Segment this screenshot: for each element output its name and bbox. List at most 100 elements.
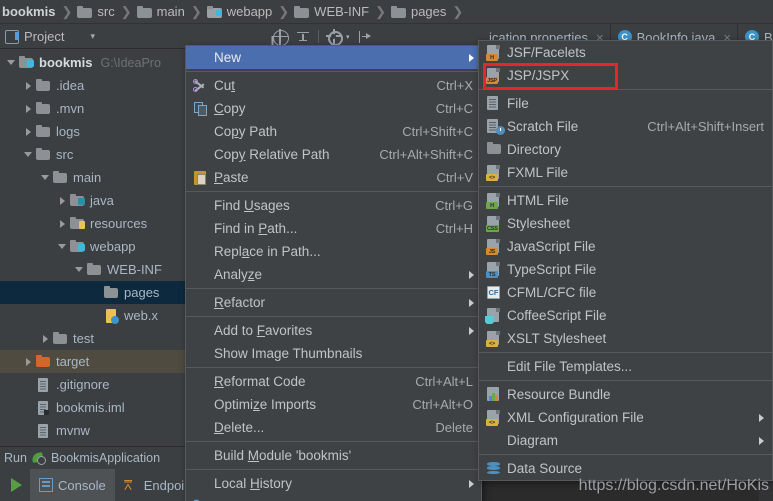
chevron-down-icon[interactable]: ▾ xyxy=(346,33,350,41)
submenu-item-label: JavaScript File xyxy=(507,239,596,254)
context-menu-item[interactable]: Copy Relative Path Ctrl+Alt+Shift+C xyxy=(186,143,481,166)
chevron-down-icon[interactable] xyxy=(55,235,69,258)
breadcrumb-item[interactable]: WEB-INF xyxy=(294,4,369,19)
context-menu-item[interactable]: Replace in Path... xyxy=(186,240,481,263)
file-type-icon: TS xyxy=(484,261,506,278)
data-source-icon xyxy=(484,460,506,477)
menu-separator xyxy=(186,71,481,72)
submenu-item[interactable]: JSP JSP/JSPX xyxy=(479,64,772,87)
locate-icon[interactable] xyxy=(272,28,289,46)
submenu-item[interactable]: Directory xyxy=(479,138,772,161)
chevron-right-icon[interactable] xyxy=(55,189,69,212)
context-menu-item[interactable]: Delete... Delete xyxy=(186,416,481,439)
submenu-item[interactable]: <> XML Configuration File xyxy=(479,406,772,429)
submenu-item[interactable]: Edit File Templates... xyxy=(479,355,772,378)
submenu-item[interactable]: Diagram xyxy=(479,429,772,452)
context-menu-item-label: Copy Path xyxy=(214,124,278,139)
run-configuration-name[interactable]: BookmisApplication xyxy=(51,451,160,465)
context-menu-item[interactable]: Reformat Code Ctrl+Alt+L xyxy=(186,370,481,393)
submenu-item-label: Resource Bundle xyxy=(507,387,611,402)
submenu-item[interactable]: File xyxy=(479,92,772,115)
context-menu-item[interactable]: Cut Ctrl+X xyxy=(186,74,481,97)
submenu-item[interactable]: H HTML File xyxy=(479,189,772,212)
submenu-arrow-icon xyxy=(469,298,474,307)
submenu-item[interactable]: CF CFML/CFC file xyxy=(479,281,772,304)
menu-icon-placeholder xyxy=(192,448,212,464)
submenu-item-label: XSLT Stylesheet xyxy=(507,331,607,346)
chevron-down-icon[interactable] xyxy=(72,258,86,281)
context-menu[interactable]: New Cut Ctrl+X Copy Ctrl+C Copy Path Ctrl+Shif… xyxy=(185,45,482,501)
collapse-all-icon[interactable] xyxy=(295,29,311,45)
chevron-right-icon[interactable] xyxy=(21,120,35,143)
context-menu-item[interactable]: Find in Path... Ctrl+H xyxy=(186,217,481,240)
submenu-item[interactable]: TS TypeScript File xyxy=(479,258,772,281)
chevron-down-icon[interactable]: ▾ xyxy=(90,31,95,42)
context-menu-item[interactable]: Refactor xyxy=(186,291,481,314)
context-menu-item[interactable]: New xyxy=(186,46,481,69)
chevron-right-icon[interactable] xyxy=(38,327,52,350)
context-menu-item[interactable]: Synchronize 'pages' xyxy=(186,495,481,501)
tree-node-label: bookmis.iml xyxy=(56,400,125,415)
breadcrumb-item[interactable]: pages xyxy=(390,4,447,19)
project-icon xyxy=(5,30,19,44)
context-menu-item-label: Copy xyxy=(214,101,246,116)
submenu-item-label: XML Configuration File xyxy=(507,410,644,425)
submenu-item[interactable]: <> XSLT Stylesheet xyxy=(479,327,772,350)
chevron-down-icon[interactable] xyxy=(38,166,52,189)
chevron-right-icon[interactable] xyxy=(21,350,35,373)
submenu-item[interactable]: JS JavaScript File xyxy=(479,235,772,258)
breadcrumb-item[interactable]: src xyxy=(77,4,115,19)
menu-shortcut: Ctrl+Alt+Shift+Insert xyxy=(647,119,764,134)
context-menu-item[interactable]: Local History xyxy=(186,472,481,495)
submenu-item[interactable]: CSS Stylesheet xyxy=(479,212,772,235)
breadcrumb-item[interactable]: bookmis xyxy=(2,4,55,19)
chevron-right-icon[interactable] xyxy=(21,74,35,97)
context-menu-item[interactable]: Build Module 'bookmis' xyxy=(186,444,481,467)
watermark-url: https://blog.csdn.net/HoKis xyxy=(578,477,769,494)
context-menu-item[interactable]: Analyze xyxy=(186,263,481,286)
context-menu-item[interactable]: Paste Ctrl+V xyxy=(186,166,481,189)
context-menu-item-label: Analyze xyxy=(214,267,263,282)
context-menu-item-label: Optimize Imports xyxy=(214,397,317,412)
tree-node-label: target xyxy=(56,354,90,369)
chevron-right-icon[interactable] xyxy=(55,212,69,235)
breadcrumb-item[interactable]: webapp xyxy=(206,4,272,19)
folder-icon xyxy=(77,5,93,18)
hide-window-icon[interactable] xyxy=(357,29,373,45)
menu-separator xyxy=(186,367,481,368)
tree-node-label: webapp xyxy=(90,239,136,254)
run-tab[interactable]: Console xyxy=(30,469,115,501)
run-icon[interactable] xyxy=(2,469,30,501)
context-menu-item[interactable]: Add to Favorites xyxy=(186,319,481,342)
folder-icon xyxy=(35,147,51,163)
breadcrumb-label: pages xyxy=(410,4,447,19)
tree-node-label: mvnw xyxy=(56,423,90,438)
submenu-item[interactable]: H JSF/Facelets xyxy=(479,41,772,64)
submenu-item[interactable]: <> FXML File xyxy=(479,161,772,184)
gear-icon[interactable] xyxy=(326,28,343,46)
chevron-right-icon[interactable] xyxy=(21,97,35,120)
menu-shortcut: Ctrl+H xyxy=(435,221,473,236)
chevron-down-icon[interactable] xyxy=(4,51,18,74)
submenu-item[interactable]: Resource Bundle xyxy=(479,383,772,406)
context-menu-item[interactable]: Copy Ctrl+C xyxy=(186,97,481,120)
new-file-submenu[interactable]: H JSF/Facelets JSP JSP/JSPX File Scratch File… xyxy=(478,40,773,481)
submenu-item[interactable]: Scratch File Ctrl+Alt+Shift+Insert xyxy=(479,115,772,138)
menu-separator xyxy=(479,380,772,381)
breadcrumb-label: src xyxy=(97,4,115,19)
tool-window-title: Project xyxy=(24,28,65,44)
context-menu-item[interactable]: Find Usages Ctrl+G xyxy=(186,194,481,217)
breadcrumb-item[interactable]: main xyxy=(136,4,185,19)
module-folder-icon xyxy=(18,55,34,71)
tree-node-label: resources xyxy=(90,216,148,231)
menu-separator xyxy=(479,186,772,187)
context-menu-item[interactable]: Optimize Imports Ctrl+Alt+O xyxy=(186,393,481,416)
folder-icon xyxy=(35,78,51,94)
chevron-down-icon[interactable] xyxy=(21,143,35,166)
submenu-item[interactable]: CoffeeScript File xyxy=(479,304,772,327)
context-menu-item[interactable]: Copy Path Ctrl+Shift+C xyxy=(186,120,481,143)
context-menu-item[interactable]: Show Image Thumbnails xyxy=(186,342,481,365)
menu-shortcut: Ctrl+Shift+C xyxy=(402,124,473,139)
folder-teal-icon xyxy=(206,5,222,18)
submenu-item-label: Stylesheet xyxy=(507,216,571,231)
